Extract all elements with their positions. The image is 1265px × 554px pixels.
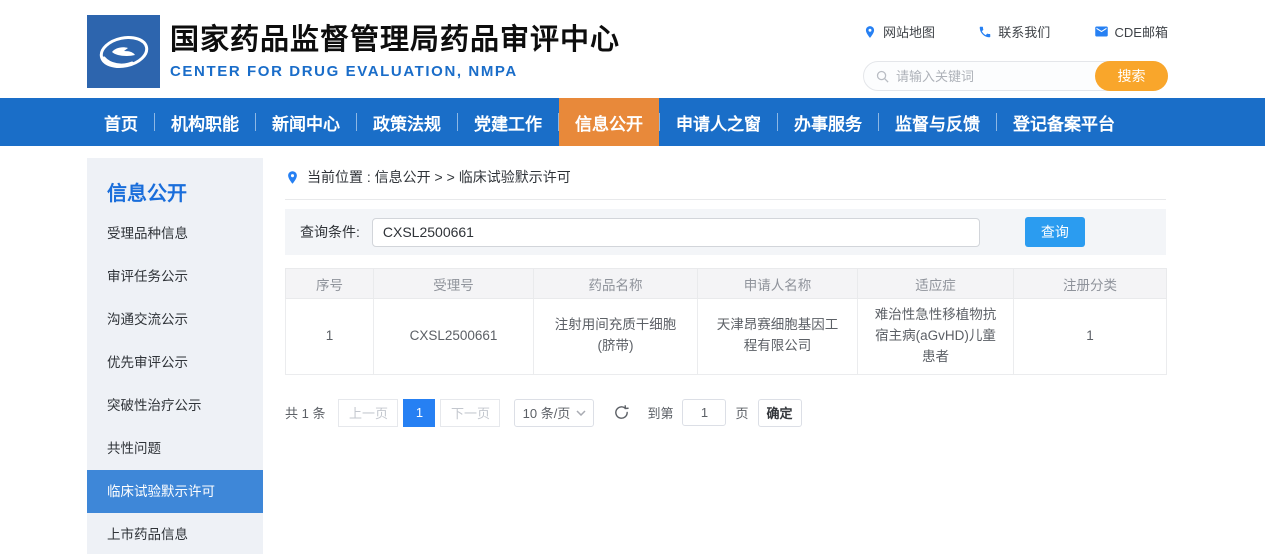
cell-acceptance-no: CXSL2500661 (374, 299, 534, 375)
page-size-select[interactable]: 10 条/页 (514, 399, 594, 427)
goto-page-input[interactable] (682, 399, 726, 426)
location-pin-icon (285, 170, 300, 185)
total-count: 共 1 条 (285, 403, 325, 422)
site-header: 国家药品监督管理局药品审评中心 CENTER FOR DRUG EVALUATI… (0, 0, 1265, 98)
confirm-button[interactable]: 确定 (758, 399, 802, 427)
page-size-value: 10 条/页 (523, 403, 571, 422)
breadcrumb: 当前位置 : 信息公开 > > 临床试验默示许可 (285, 167, 1166, 200)
nav-item-services[interactable]: 办事服务 (778, 98, 878, 146)
page: 国家药品监督管理局药品审评中心 CENTER FOR DRUG EVALUATI… (0, 0, 1265, 554)
search-button[interactable]: 搜索 (1095, 61, 1168, 91)
column-header-index: 序号 (286, 269, 374, 299)
nav-item-info-disclosure[interactable]: 信息公开 (559, 98, 659, 146)
refresh-icon[interactable] (613, 404, 630, 421)
nav-item-supervision-feedback[interactable]: 监督与反馈 (879, 98, 996, 146)
goto-unit-label: 页 (735, 403, 748, 422)
column-header-indication: 适应症 (858, 269, 1014, 299)
column-header-registration-class: 注册分类 (1014, 269, 1167, 299)
main-nav: 首页 机构职能 新闻中心 政策法规 党建工作 信息公开 申请人之窗 办事服务 监… (0, 98, 1265, 146)
site-title: 国家药品监督管理局药品审评中心 (170, 16, 620, 58)
query-button[interactable]: 查询 (1025, 217, 1085, 247)
main-content: 当前位置 : 信息公开 > > 临床试验默示许可 查询条件: 查询 序号 受理号… (285, 167, 1166, 427)
nav-item-functions[interactable]: 机构职能 (155, 98, 255, 146)
next-page-button[interactable]: 下一页 (440, 399, 500, 427)
nav-item-home[interactable]: 首页 (88, 98, 154, 146)
phone-icon (978, 25, 992, 39)
quick-links: 网站地图 联系我们 CDE邮箱 (863, 22, 1168, 41)
sidebar-item-common-issues[interactable]: 共性问题 (87, 427, 263, 470)
prev-page-button[interactable]: 上一页 (338, 399, 398, 427)
brand: 国家药品监督管理局药品审评中心 CENTER FOR DRUG EVALUATI… (170, 16, 620, 80)
cde-logo-icon (87, 15, 160, 88)
envelope-icon (1094, 24, 1109, 39)
nav-item-policies[interactable]: 政策法规 (357, 98, 457, 146)
contact-us-link-label: 联系我们 (998, 22, 1050, 41)
chevron-down-icon (576, 410, 586, 416)
nav-item-party-building[interactable]: 党建工作 (458, 98, 558, 146)
search-icon (875, 69, 890, 84)
breadcrumb-text: 当前位置 : 信息公开 > > 临床试验默示许可 (307, 167, 571, 187)
table-row: 1 CXSL2500661 注射用间充质干细胞(脐带) 天津昂赛细胞基因工程有限… (286, 299, 1167, 375)
results-table: 序号 受理号 药品名称 申请人名称 适应症 注册分类 1 CXSL2500661… (285, 268, 1167, 375)
location-pin-icon (863, 25, 877, 39)
sidebar-item-communication[interactable]: 沟通交流公示 (87, 298, 263, 341)
nav-item-registration-platform[interactable]: 登记备案平台 (997, 98, 1131, 146)
query-panel: 查询条件: 查询 (285, 209, 1166, 255)
sitemap-link-label: 网站地图 (883, 22, 935, 41)
cde-mail-link[interactable]: CDE邮箱 (1094, 22, 1168, 41)
site-subtitle: CENTER FOR DRUG EVALUATION, NMPA (170, 63, 620, 80)
column-header-acceptance-no: 受理号 (374, 269, 534, 299)
sidebar-item-marketed-drugs[interactable]: 上市药品信息 (87, 513, 263, 554)
column-header-drug-name: 药品名称 (534, 269, 698, 299)
sidebar-item-review-tasks[interactable]: 审评任务公示 (87, 255, 263, 298)
goto-label: 到第 (647, 403, 673, 422)
cell-drug-name: 注射用间充质干细胞(脐带) (534, 299, 698, 375)
column-header-applicant: 申请人名称 (698, 269, 858, 299)
sidebar-title: 信息公开 (87, 158, 263, 212)
sitemap-link[interactable]: 网站地图 (863, 22, 935, 41)
cell-indication: 难治性急性移植物抗宿主病(aGvHD)儿童患者 (858, 299, 1014, 375)
query-label: 查询条件: (300, 222, 360, 242)
cell-applicant: 天津昂赛细胞基因工程有限公司 (698, 299, 858, 375)
table-header-row: 序号 受理号 药品名称 申请人名称 适应症 注册分类 (286, 269, 1167, 299)
header-search: 搜索 (863, 61, 1168, 91)
sidebar-item-breakthrough-therapy[interactable]: 突破性治疗公示 (87, 384, 263, 427)
cell-registration-class: 1 (1014, 299, 1167, 375)
cell-index: 1 (286, 299, 374, 375)
contact-us-link[interactable]: 联系我们 (978, 22, 1050, 41)
sidebar-item-accepted-varieties[interactable]: 受理品种信息 (87, 212, 263, 255)
sidebar: 信息公开 受理品种信息 审评任务公示 沟通交流公示 优先审评公示 突破性治疗公示… (87, 158, 263, 554)
page-number-button[interactable]: 1 (403, 399, 435, 427)
nav-item-applicant-window[interactable]: 申请人之窗 (660, 98, 777, 146)
pagination: 共 1 条 上一页 1 下一页 10 条/页 到第 页 确定 (285, 399, 1166, 427)
cde-mail-link-label: CDE邮箱 (1115, 22, 1168, 41)
sidebar-item-priority-review[interactable]: 优先审评公示 (87, 341, 263, 384)
query-input[interactable] (372, 218, 980, 247)
nav-item-news[interactable]: 新闻中心 (256, 98, 356, 146)
sidebar-item-clinical-trial-implied-license[interactable]: 临床试验默示许可 (87, 470, 263, 513)
